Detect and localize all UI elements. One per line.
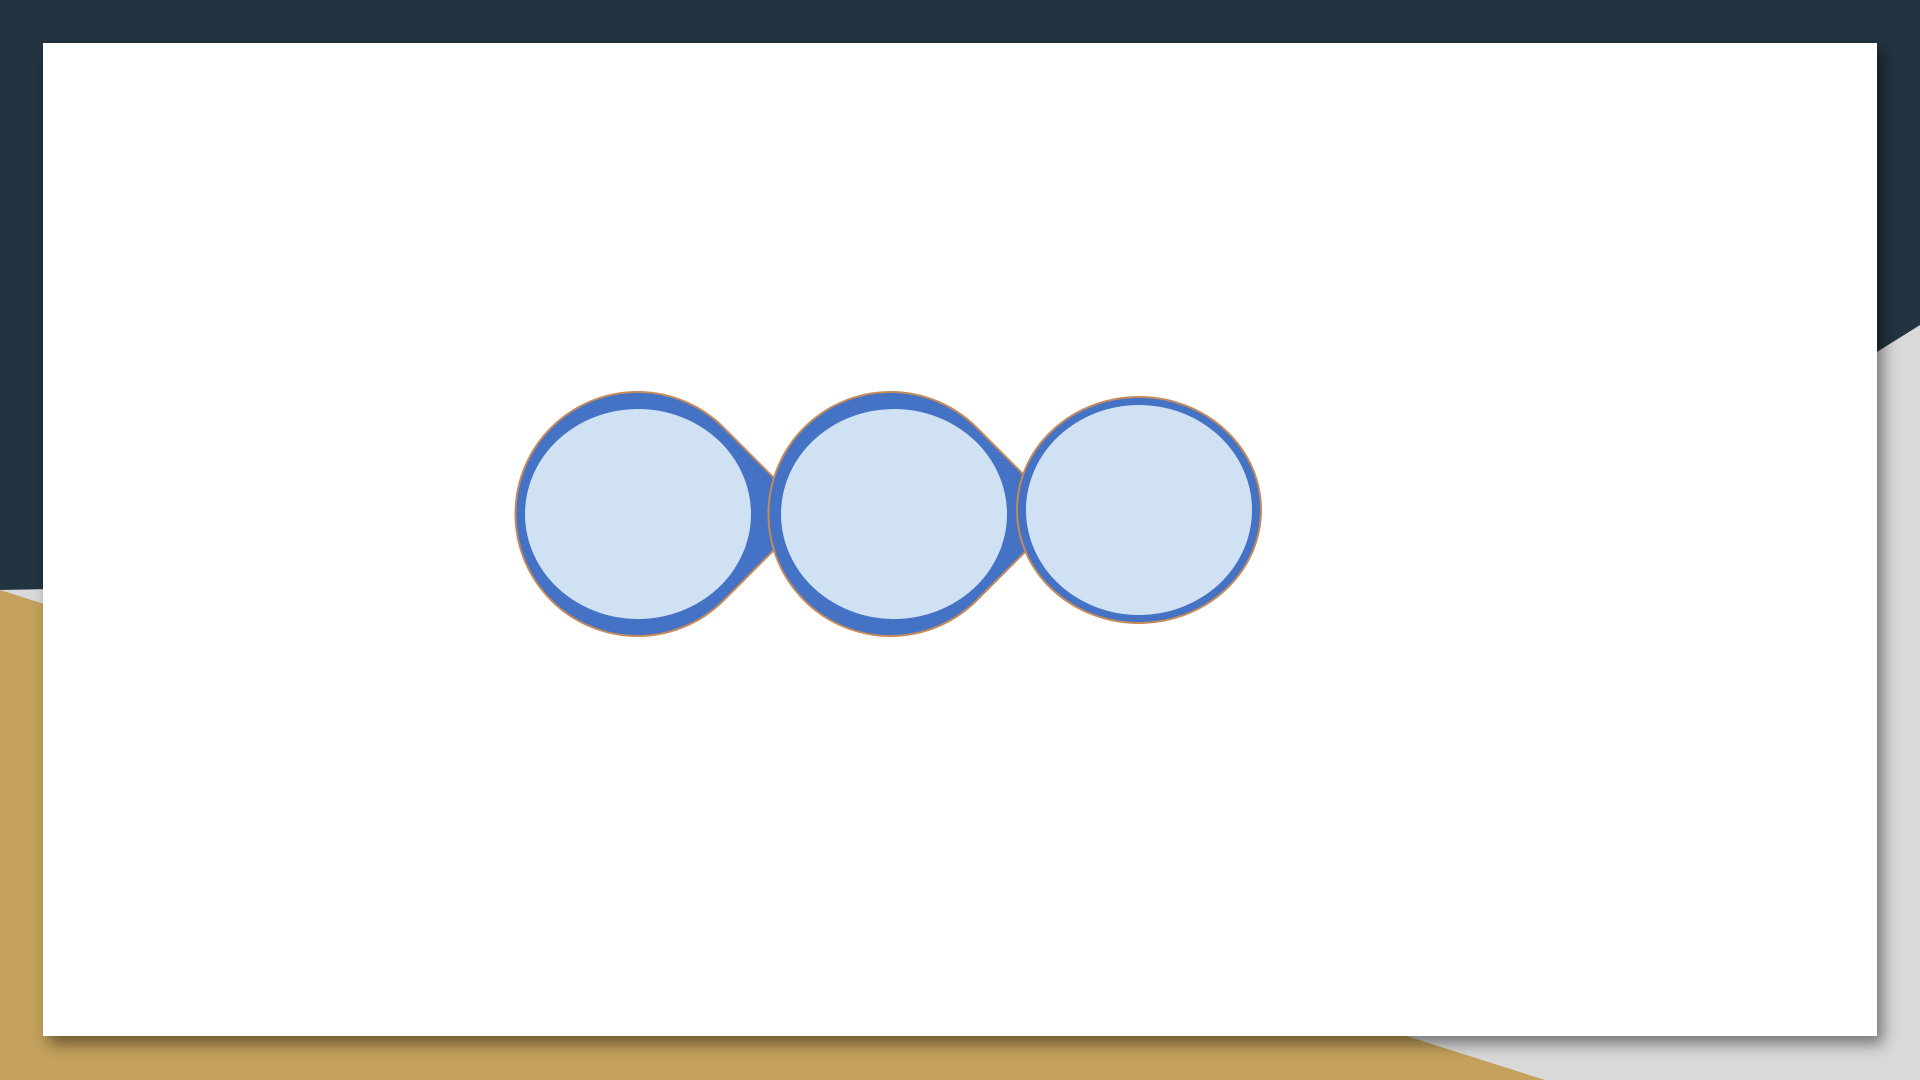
desktop-background [0,0,1920,1080]
circular-end-circle[interactable] [1016,396,1262,624]
process-diagram[interactable] [43,43,1877,1036]
circular-arrow-1-inner [525,409,751,619]
slide-canvas[interactable] [43,43,1877,1036]
circular-end-circle-inner [1026,405,1252,615]
circular-arrow-1[interactable] [514,391,812,637]
circular-arrow-2-inner [781,409,1007,619]
